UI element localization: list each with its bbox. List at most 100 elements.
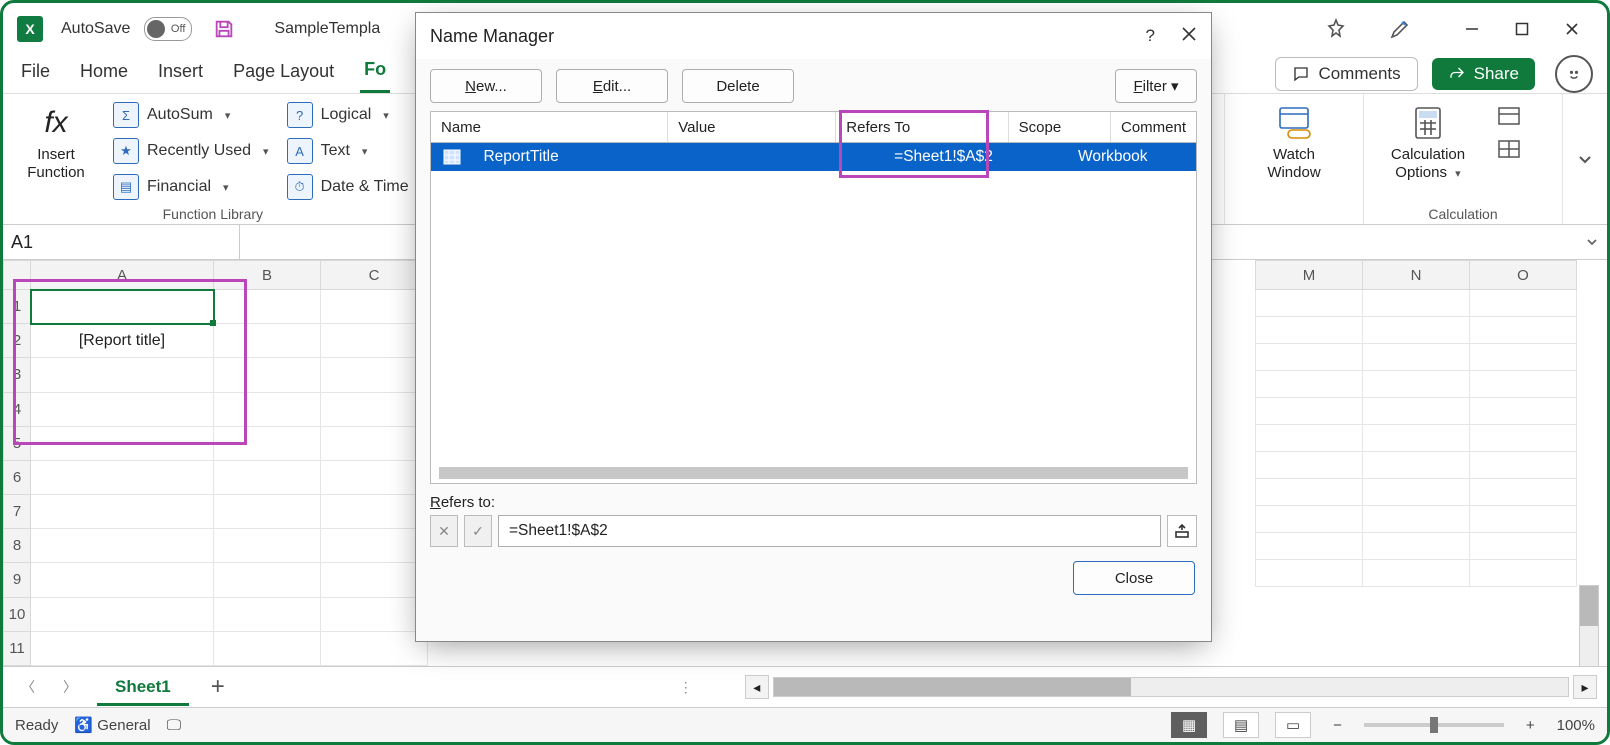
horizontal-scrollbar[interactable]: ◂ ▸ <box>745 675 1597 699</box>
feedback-button[interactable] <box>1555 55 1593 93</box>
row-1[interactable]: 1 <box>4 290 31 324</box>
logical-button[interactable]: ?Logical▾ <box>287 100 409 130</box>
cell-C2[interactable] <box>321 324 428 358</box>
hscroll-left[interactable]: ◂ <box>745 675 769 699</box>
row-2[interactable]: 2 <box>4 324 31 358</box>
close-window-button[interactable] <box>1551 14 1593 44</box>
col-refers-to[interactable]: Refers To <box>836 112 1008 142</box>
share-button[interactable]: Share <box>1432 58 1535 90</box>
row-name-cell: ReportTitle <box>473 143 705 171</box>
cell-B2[interactable] <box>214 324 321 358</box>
row-6[interactable]: 6 <box>4 460 31 494</box>
col-value[interactable]: Value <box>668 112 836 142</box>
cell-C3[interactable] <box>321 358 428 392</box>
autosum-button[interactable]: ΣAutoSum▾ <box>113 100 269 130</box>
row-7[interactable]: 7 <box>4 495 31 529</box>
watch-window-button[interactable]: Watch Window <box>1239 100 1349 182</box>
calc-now-button[interactable] <box>1496 106 1522 129</box>
refers-to-input[interactable]: =Sheet1!$A$2 <box>498 515 1161 547</box>
recently-used-button[interactable]: ★Recently Used▾ <box>113 136 269 166</box>
zoom-in-button[interactable]: + <box>1520 717 1541 734</box>
tab-insert[interactable]: Insert <box>154 57 207 92</box>
name-box[interactable]: A1 <box>3 225 240 259</box>
view-page-layout-button[interactable]: ▤ <box>1223 712 1259 738</box>
insert-function-button[interactable]: fx Insert Function <box>17 100 95 204</box>
cell-A4[interactable] <box>31 392 214 426</box>
tab-page-layout[interactable]: Page Layout <box>229 57 338 92</box>
autosave-toggle[interactable]: Off <box>144 17 192 41</box>
sheet-tab-sheet1[interactable]: Sheet1 <box>97 669 189 706</box>
text-button[interactable]: AText▾ <box>287 136 409 166</box>
col-scope[interactable]: Scope <box>1009 112 1111 142</box>
calc-opts-l2: Options <box>1395 164 1447 181</box>
maximize-button[interactable] <box>1501 14 1543 44</box>
cell-B3[interactable] <box>214 358 321 392</box>
col-O[interactable]: O <box>1470 261 1577 290</box>
select-all-corner[interactable] <box>4 261 31 290</box>
comments-button[interactable]: Comments <box>1275 57 1417 91</box>
delete-name-button[interactable]: Delete <box>682 69 794 103</box>
row-8[interactable]: 8 <box>4 529 31 563</box>
names-list[interactable]: ReportTitle =Sheet1!$A$2 Workbook <box>430 143 1197 484</box>
sheet-nav-next[interactable]: 〉 <box>55 673 85 701</box>
row-4[interactable]: 4 <box>4 392 31 426</box>
view-page-break-button[interactable]: ▭ <box>1275 712 1311 738</box>
col-name[interactable]: Name <box>431 112 668 142</box>
col-B[interactable]: B <box>214 261 321 290</box>
cell-A1[interactable] <box>31 290 214 324</box>
row-3[interactable]: 3 <box>4 358 31 392</box>
row-5[interactable]: 5 <box>4 426 31 460</box>
accessibility-icon[interactable]: ♿ General <box>74 716 150 734</box>
tab-splitter[interactable]: ⋮ <box>679 679 693 696</box>
hscroll-right[interactable]: ▸ <box>1573 675 1597 699</box>
filter-button[interactable]: Filter ▾ <box>1115 69 1197 103</box>
close-button[interactable]: Close <box>1073 561 1195 595</box>
refers-cancel-button[interactable]: ✕ <box>430 515 458 547</box>
collapse-dialog-button[interactable] <box>1167 515 1197 547</box>
row-10[interactable]: 10 <box>4 597 31 631</box>
col-A[interactable]: A <box>31 261 214 290</box>
cell-C1[interactable] <box>321 290 428 324</box>
chevron-down-icon: ▾ <box>263 145 269 158</box>
cell-B1[interactable] <box>214 290 321 324</box>
add-sheet-button[interactable]: + <box>201 669 235 705</box>
calculation-options-button[interactable]: Calculation Options ▾ <box>1378 100 1478 204</box>
row-9[interactable]: 9 <box>4 563 31 597</box>
refers-accept-button[interactable]: ✓ <box>464 515 492 547</box>
dialog-close-button[interactable] <box>1181 26 1197 47</box>
draw-icon[interactable] <box>1387 16 1413 42</box>
col-N[interactable]: N <box>1363 261 1470 290</box>
refers-to-label: Refers to: <box>430 494 1197 511</box>
vertical-scrollbar[interactable] <box>1579 585 1599 666</box>
col-C[interactable]: C <box>321 261 428 290</box>
zoom-level[interactable]: 100% <box>1557 717 1595 734</box>
zoom-slider[interactable] <box>1364 723 1504 727</box>
cell-A3[interactable] <box>31 358 214 392</box>
col-M[interactable]: M <box>1256 261 1363 290</box>
calc-sheet-button[interactable] <box>1496 139 1522 162</box>
tab-formulas[interactable]: Fo <box>360 55 390 93</box>
tab-home[interactable]: Home <box>76 57 132 92</box>
group-function-library: Function Library <box>17 204 409 222</box>
cell-A2[interactable]: [Report title] <box>31 324 214 358</box>
ribbon-collapse-button[interactable] <box>1563 94 1607 224</box>
edit-name-button[interactable]: Edit... <box>556 69 668 103</box>
display-settings-icon[interactable]: 🖵 <box>167 717 181 734</box>
save-button[interactable] <box>210 15 238 43</box>
row-11[interactable]: 11 <box>4 631 31 665</box>
names-list-row[interactable]: ReportTitle =Sheet1!$A$2 Workbook <box>431 143 1196 171</box>
zoom-out-button[interactable]: − <box>1327 717 1348 734</box>
tab-file[interactable]: File <box>17 57 54 92</box>
formula-bar-expand[interactable] <box>1577 235 1607 249</box>
minimize-button[interactable] <box>1451 14 1493 44</box>
dialog-help-button[interactable]: ? <box>1146 26 1155 46</box>
new-name-button[interactable]: New... <box>430 69 542 103</box>
text-label: Text <box>321 142 350 160</box>
sheet-nav-prev[interactable]: 〈 <box>13 673 43 701</box>
copilot-icon[interactable] <box>1323 16 1349 42</box>
col-comment[interactable]: Comment <box>1111 112 1196 142</box>
list-hscroll[interactable] <box>439 467 1188 479</box>
date-time-button[interactable]: ⏱Date & Time <box>287 172 409 202</box>
financial-button[interactable]: ▤Financial▾ <box>113 172 269 202</box>
view-normal-button[interactable]: ▦ <box>1171 712 1207 738</box>
